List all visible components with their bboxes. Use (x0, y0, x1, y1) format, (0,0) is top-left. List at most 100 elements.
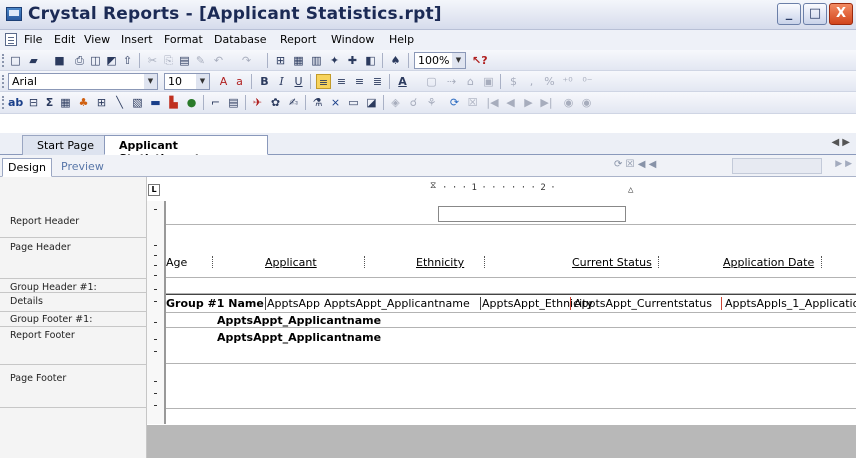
tab-scroll-arrows-icon[interactable]: ◀ ▶ (831, 137, 850, 148)
chevron-down-icon[interactable]: ▼ (144, 74, 157, 89)
section-report-footer[interactable]: Report Footer (10, 330, 75, 341)
section-divider[interactable] (0, 278, 147, 279)
lock-size-icon[interactable]: ▣ (481, 74, 496, 89)
section-expert-icon[interactable]: ✚ (345, 53, 360, 68)
tab-preview[interactable]: Preview (56, 158, 109, 177)
report-footer-applicant-name[interactable]: ApptsAppt_Applicantname (217, 331, 381, 344)
toolbar-grip[interactable] (2, 75, 5, 88)
chevron-down-icon[interactable]: ▼ (196, 74, 209, 89)
horizontal-ruler[interactable]: ⧖ · · · 1 · · · · · · 2 · △ (430, 181, 680, 197)
print-preview-icon[interactable]: ◫ (88, 53, 103, 68)
details-band[interactable]: Group #1 Name ApptsApp ApptsAppt_Applica… (166, 294, 856, 313)
cross-tab-icon[interactable]: ▦ (58, 95, 73, 110)
page-footer-band[interactable] (166, 364, 856, 409)
group-expert-icon[interactable]: ⊞ (273, 53, 288, 68)
group-footer-applicant-name[interactable]: ApptsAppt_Applicantname (217, 314, 381, 327)
preview-nav-icons[interactable]: ⟳ ☒ ◀ ◀ (614, 159, 656, 170)
chevron-down-icon[interactable]: ▼ (452, 53, 465, 68)
map-icon[interactable]: ● (184, 95, 199, 110)
redo-icon[interactable]: ↷ (239, 53, 254, 68)
ruler-marker-icon[interactable]: △ (628, 185, 633, 195)
subreport-icon[interactable]: ⊞ (94, 95, 109, 110)
paste-icon[interactable]: ▤ (177, 53, 192, 68)
section-divider[interactable] (0, 407, 147, 408)
summary-icon[interactable]: Σ (42, 95, 57, 110)
sort-expert-icon[interactable]: ▥ (309, 53, 324, 68)
first-page-icon[interactable]: ◈ (388, 95, 403, 110)
cut-icon[interactable]: ✂ (145, 53, 160, 68)
new-icon[interactable]: □ (8, 53, 23, 68)
report-header-band[interactable] (166, 201, 856, 225)
header-ethnicity[interactable]: Ethnicity (416, 256, 464, 269)
zoom-select[interactable]: 100% ▼ (414, 52, 466, 69)
forward-icon[interactable]: ◉ (579, 95, 594, 110)
underline-icon[interactable]: U (291, 74, 306, 89)
refresh-icon[interactable]: ◩ (104, 53, 119, 68)
toolbar-grip[interactable] (2, 54, 5, 67)
thousands-icon[interactable]: , (524, 74, 539, 89)
line-icon[interactable]: ╲ (112, 95, 127, 110)
vertical-ruler[interactable] (147, 201, 165, 424)
section-divider[interactable] (0, 326, 147, 327)
justify-icon[interactable]: ≣ (370, 74, 385, 89)
group-header-band[interactable] (166, 278, 856, 294)
help-pointer-icon[interactable]: ↖? (472, 53, 488, 68)
empty-text-object[interactable] (438, 206, 626, 222)
section-page-footer[interactable]: Page Footer (10, 373, 66, 384)
options-icon[interactable]: ▭ (346, 95, 361, 110)
tab-start-page[interactable]: Start Page (22, 135, 114, 155)
formula-icon[interactable]: ✦ (327, 53, 342, 68)
header-application-date[interactable]: Application Date (723, 256, 814, 269)
minimize-button[interactable]: _ (777, 3, 801, 25)
search-icon[interactable]: ☌ (406, 95, 421, 110)
ruler-unit-toggle[interactable]: L (148, 184, 160, 196)
save-icon[interactable]: ■ (52, 53, 67, 68)
database-expert-icon[interactable]: ⚗ (310, 95, 325, 110)
text-object-icon[interactable]: ab (8, 95, 23, 110)
page-header-band[interactable]: Age Applicant Ethnicity Current Status A… (166, 225, 856, 278)
italic-icon[interactable]: I (274, 74, 289, 89)
page-nav-next-icon[interactable]: ▶ ▶ (835, 159, 852, 169)
next-icon[interactable]: ▶ (521, 95, 536, 110)
field-explorer-icon[interactable]: ◧ (363, 53, 378, 68)
group-tree-icon[interactable]: ⌐ (208, 95, 223, 110)
bold-icon[interactable]: B (257, 74, 272, 89)
report-footer-band[interactable]: ApptsAppt_Applicantname (166, 328, 856, 364)
guide-line[interactable] (721, 297, 722, 310)
menu-view[interactable]: View (84, 33, 110, 46)
print-icon[interactable]: ⎙ (72, 53, 87, 68)
percent-icon[interactable]: % (542, 74, 557, 89)
open-icon[interactable]: ▰ (26, 53, 41, 68)
menu-insert[interactable]: Insert (121, 33, 153, 46)
olap-icon[interactable]: ♣ (76, 95, 91, 110)
section-group-footer[interactable]: Group Footer #1: (10, 314, 92, 325)
export-icon[interactable]: ⇧ (120, 53, 135, 68)
maximize-button[interactable]: □ (803, 3, 827, 25)
align-right-icon[interactable]: ≡ (352, 74, 367, 89)
repository-icon[interactable]: ◪ (364, 95, 379, 110)
report-wizard-icon[interactable]: ✍ (286, 95, 301, 110)
menu-edit[interactable]: Edit (54, 33, 75, 46)
toolbar-grip[interactable] (2, 96, 5, 109)
template-expert-icon[interactable]: ✿ (268, 95, 283, 110)
field-explorer-toggle-icon[interactable]: ▤ (226, 95, 241, 110)
align-center-icon[interactable]: ≡ (334, 74, 349, 89)
select-expert-icon[interactable]: ▦ (291, 53, 306, 68)
align-left-icon[interactable]: ≡ (316, 74, 331, 89)
find-icon[interactable]: ♠ (388, 53, 403, 68)
application-date-field[interactable]: ApptsAppls_1_Applicatio (725, 297, 856, 310)
close-view-icon[interactable]: ☒ (465, 95, 480, 110)
menu-file[interactable]: File (24, 33, 42, 46)
group-name-field[interactable]: Group #1 Name (166, 297, 264, 310)
font-color-icon[interactable]: A (395, 74, 410, 89)
section-page-header[interactable]: Page Header (10, 242, 71, 253)
group-icon[interactable]: ⊟ (26, 95, 41, 110)
picture-icon[interactable]: ▬ (148, 95, 163, 110)
section-report-header[interactable]: Report Header (10, 216, 79, 227)
menu-database[interactable]: Database (214, 33, 267, 46)
undo-icon[interactable]: ↶ (211, 53, 226, 68)
increase-font-icon[interactable]: A (216, 74, 231, 89)
box-icon[interactable]: ▧ (130, 95, 145, 110)
border-icon[interactable]: ▢ (424, 74, 439, 89)
header-applicant[interactable]: Applicant (265, 256, 317, 269)
